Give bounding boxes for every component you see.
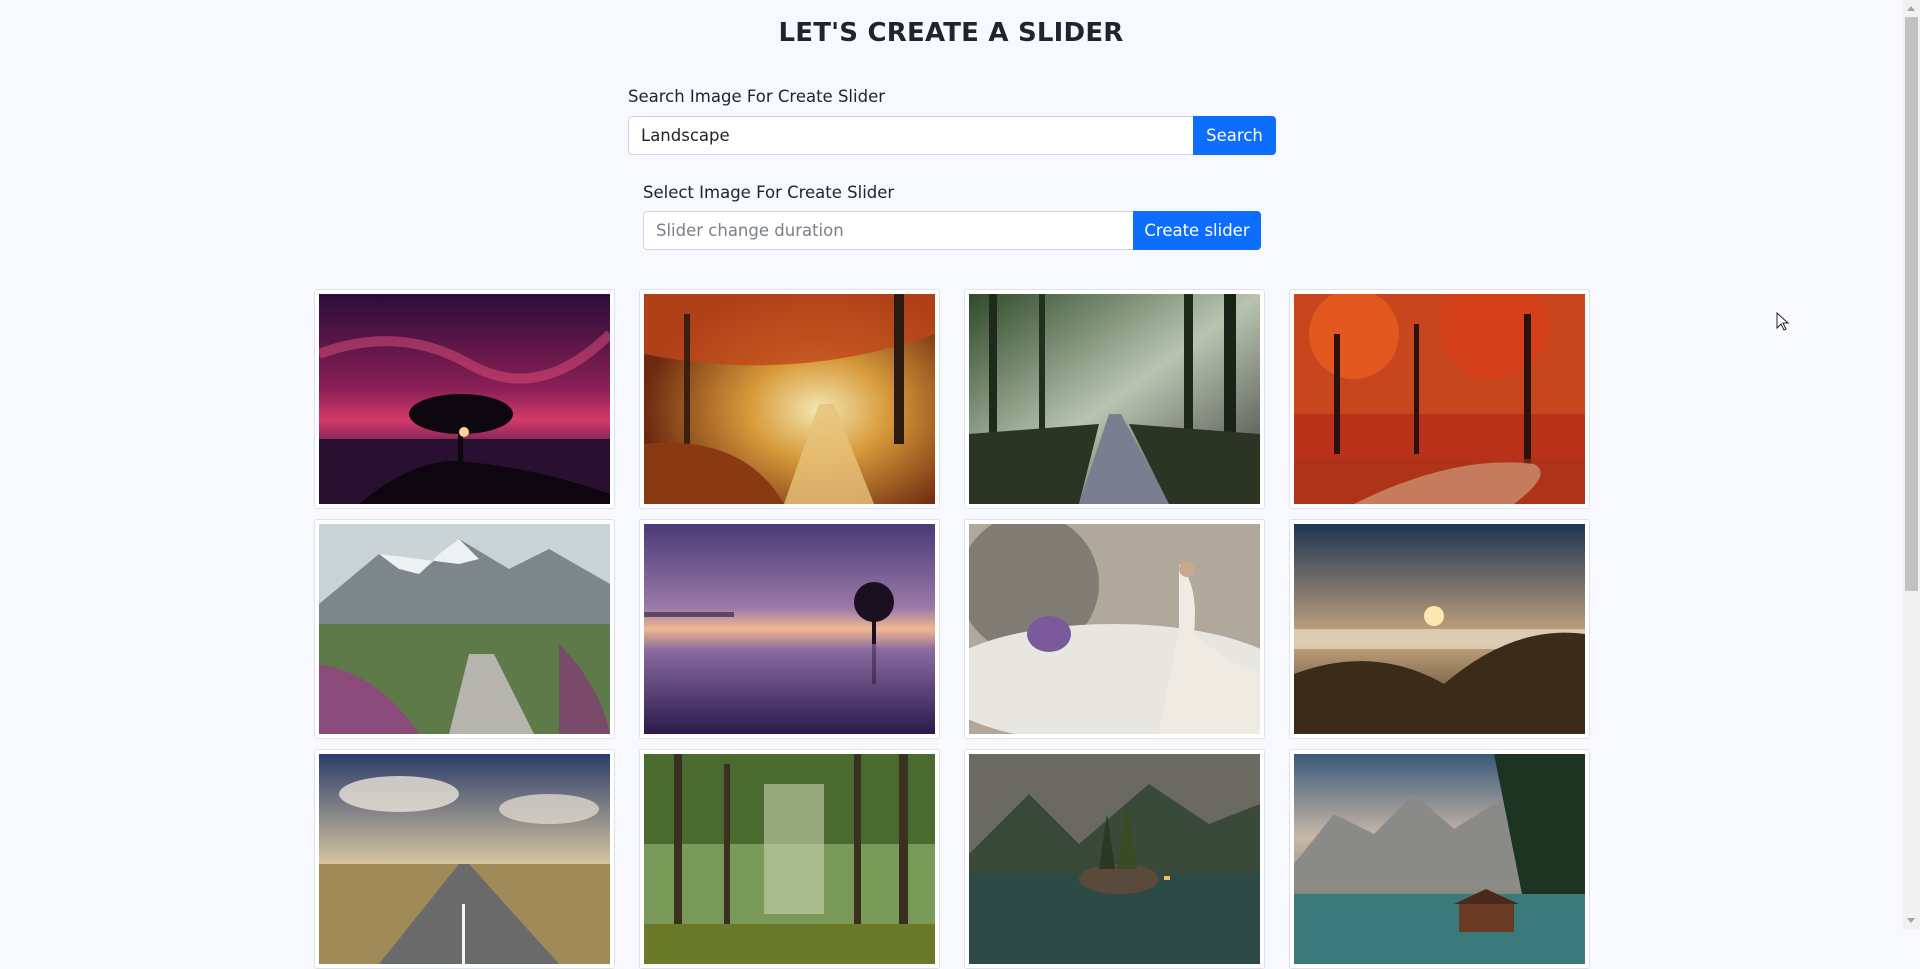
search-button[interactable]: Search: [1193, 116, 1276, 155]
gallery-item[interactable]: [639, 289, 940, 509]
gallery-item[interactable]: [964, 289, 1265, 509]
green-forest-image[interactable]: [644, 754, 935, 964]
mouse-cursor-icon: [1776, 312, 1790, 331]
create-slider-button[interactable]: Create slider: [1133, 211, 1261, 250]
gallery-item[interactable]: [1289, 289, 1590, 509]
woman-clouds-castle-image[interactable]: [969, 524, 1260, 734]
scroll-down-icon[interactable]: [1907, 918, 1915, 923]
gallery-item[interactable]: [639, 519, 940, 739]
gallery-item[interactable]: [1289, 749, 1590, 969]
gallery-item[interactable]: [964, 749, 1265, 969]
slider-label: Select Image For Create Slider: [643, 183, 895, 202]
red-autumn-trees-image[interactable]: [1294, 294, 1585, 504]
scrollbar-thumb[interactable]: [1905, 17, 1918, 591]
gallery-item[interactable]: [964, 519, 1265, 739]
gallery-item[interactable]: [314, 519, 615, 739]
sunlit-forest-road-image[interactable]: [969, 294, 1260, 504]
gallery-item[interactable]: [314, 749, 615, 969]
mountain-sea-of-clouds-image[interactable]: [1294, 524, 1585, 734]
page-scrollbar[interactable]: [1903, 0, 1920, 929]
mountain-lake-island-image[interactable]: [969, 754, 1260, 964]
tree-sunset-image[interactable]: [319, 294, 610, 504]
open-road-sky-image[interactable]: [319, 754, 610, 964]
autumn-forest-path-image[interactable]: [644, 294, 935, 504]
image-gallery: [314, 289, 1590, 969]
mountain-stone-path-image[interactable]: [319, 524, 610, 734]
search-input[interactable]: [628, 116, 1194, 155]
gallery-item[interactable]: [1289, 519, 1590, 739]
lone-tree-lake-image[interactable]: [644, 524, 935, 734]
alpine-lake-cabin-image[interactable]: [1294, 754, 1585, 964]
gallery-item[interactable]: [314, 289, 615, 509]
search-label: Search Image For Create Slider: [628, 87, 885, 106]
gallery-item[interactable]: [639, 749, 940, 969]
slider-duration-input[interactable]: [643, 211, 1134, 250]
page-title: LET'S CREATE A SLIDER: [778, 18, 1124, 48]
scroll-up-icon[interactable]: [1907, 6, 1915, 11]
